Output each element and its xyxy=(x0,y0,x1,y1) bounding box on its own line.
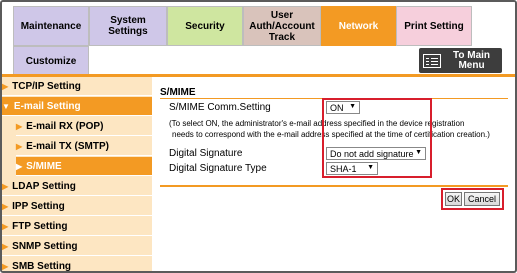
footer-divider xyxy=(160,185,508,187)
menu-list-icon xyxy=(423,53,441,68)
triangle-right-icon: ▶ xyxy=(2,221,9,231)
sidebar-item-snmp[interactable]: ▶ SNMP Setting xyxy=(2,237,152,256)
sidebar-item-label: E-mail RX (POP) xyxy=(26,120,104,132)
sidebar-item-ipp[interactable]: ▶ IPP Setting xyxy=(2,197,152,216)
app-window: Maintenance System Settings Security Use… xyxy=(0,0,517,273)
highlight-box-settings xyxy=(322,98,432,178)
sidebar-item-email-rx-pop[interactable]: ▶ E-mail RX (POP) xyxy=(16,117,152,136)
tab-network[interactable]: Network xyxy=(321,6,396,46)
sidebar: ▶ TCP/IP Setting ▼ E-mail Setting ▶ E-mail … xyxy=(2,77,152,272)
tab-user-auth-account-track[interactable]: User Auth/Account Track xyxy=(243,6,321,46)
triangle-right-icon: ▶ xyxy=(2,81,9,91)
sidebar-item-smb[interactable]: ▶ SMB Setting xyxy=(2,257,152,272)
digital-signature-type-label: Digital Signature Type xyxy=(169,163,267,174)
sidebar-item-label: LDAP Setting xyxy=(12,180,76,192)
to-main-menu-label: To Main Menu xyxy=(452,49,491,71)
to-main-menu-button[interactable]: To Main Menu xyxy=(419,48,502,73)
highlight-box-buttons xyxy=(441,188,504,210)
triangle-down-icon: ▼ xyxy=(2,101,10,111)
tab-system-settings[interactable]: System Settings xyxy=(89,6,167,46)
tab-security[interactable]: Security xyxy=(167,6,243,46)
smime-comm-setting-label: S/MIME Comm.Setting xyxy=(169,102,271,113)
sidebar-item-label: E-mail Setting xyxy=(13,100,81,112)
digital-signature-label: Digital Signature xyxy=(169,148,243,159)
sidebar-item-label: FTP Setting xyxy=(12,220,68,232)
triangle-right-icon: ▶ xyxy=(16,121,23,131)
sidebar-item-email-tx-smtp[interactable]: ▶ E-mail TX (SMTP) xyxy=(16,137,152,156)
tab-maintenance[interactable]: Maintenance xyxy=(13,6,89,46)
triangle-right-icon: ▶ xyxy=(16,141,23,151)
triangle-right-icon: ▶ xyxy=(2,201,9,211)
triangle-right-icon: ▶ xyxy=(2,181,9,191)
triangle-right-icon: ▶ xyxy=(16,161,23,171)
tab-print-setting[interactable]: Print Setting xyxy=(396,6,472,46)
top-tab-bar: Maintenance System Settings Security Use… xyxy=(2,2,515,76)
sidebar-item-ldap[interactable]: ▶ LDAP Setting xyxy=(2,177,152,196)
triangle-right-icon: ▶ xyxy=(2,241,9,251)
sidebar-item-smime[interactable]: ▶ S/MIME xyxy=(16,157,152,176)
sidebar-item-tcp-ip[interactable]: ▶ TCP/IP Setting xyxy=(2,77,152,96)
sidebar-item-email-setting[interactable]: ▼ E-mail Setting xyxy=(2,97,152,116)
triangle-right-icon: ▶ xyxy=(2,261,9,271)
sidebar-item-label: SMB Setting xyxy=(12,260,72,272)
sidebar-item-ftp[interactable]: ▶ FTP Setting xyxy=(2,217,152,236)
sidebar-item-label: S/MIME xyxy=(26,160,62,172)
page-title: S/MIME xyxy=(160,87,196,98)
sidebar-item-label: SNMP Setting xyxy=(12,240,78,252)
sidebar-item-label: IPP Setting xyxy=(12,200,65,212)
sidebar-item-label: E-mail TX (SMTP) xyxy=(26,140,109,152)
sidebar-item-label: TCP/IP Setting xyxy=(12,80,81,92)
tab-customize[interactable]: Customize xyxy=(13,46,89,76)
